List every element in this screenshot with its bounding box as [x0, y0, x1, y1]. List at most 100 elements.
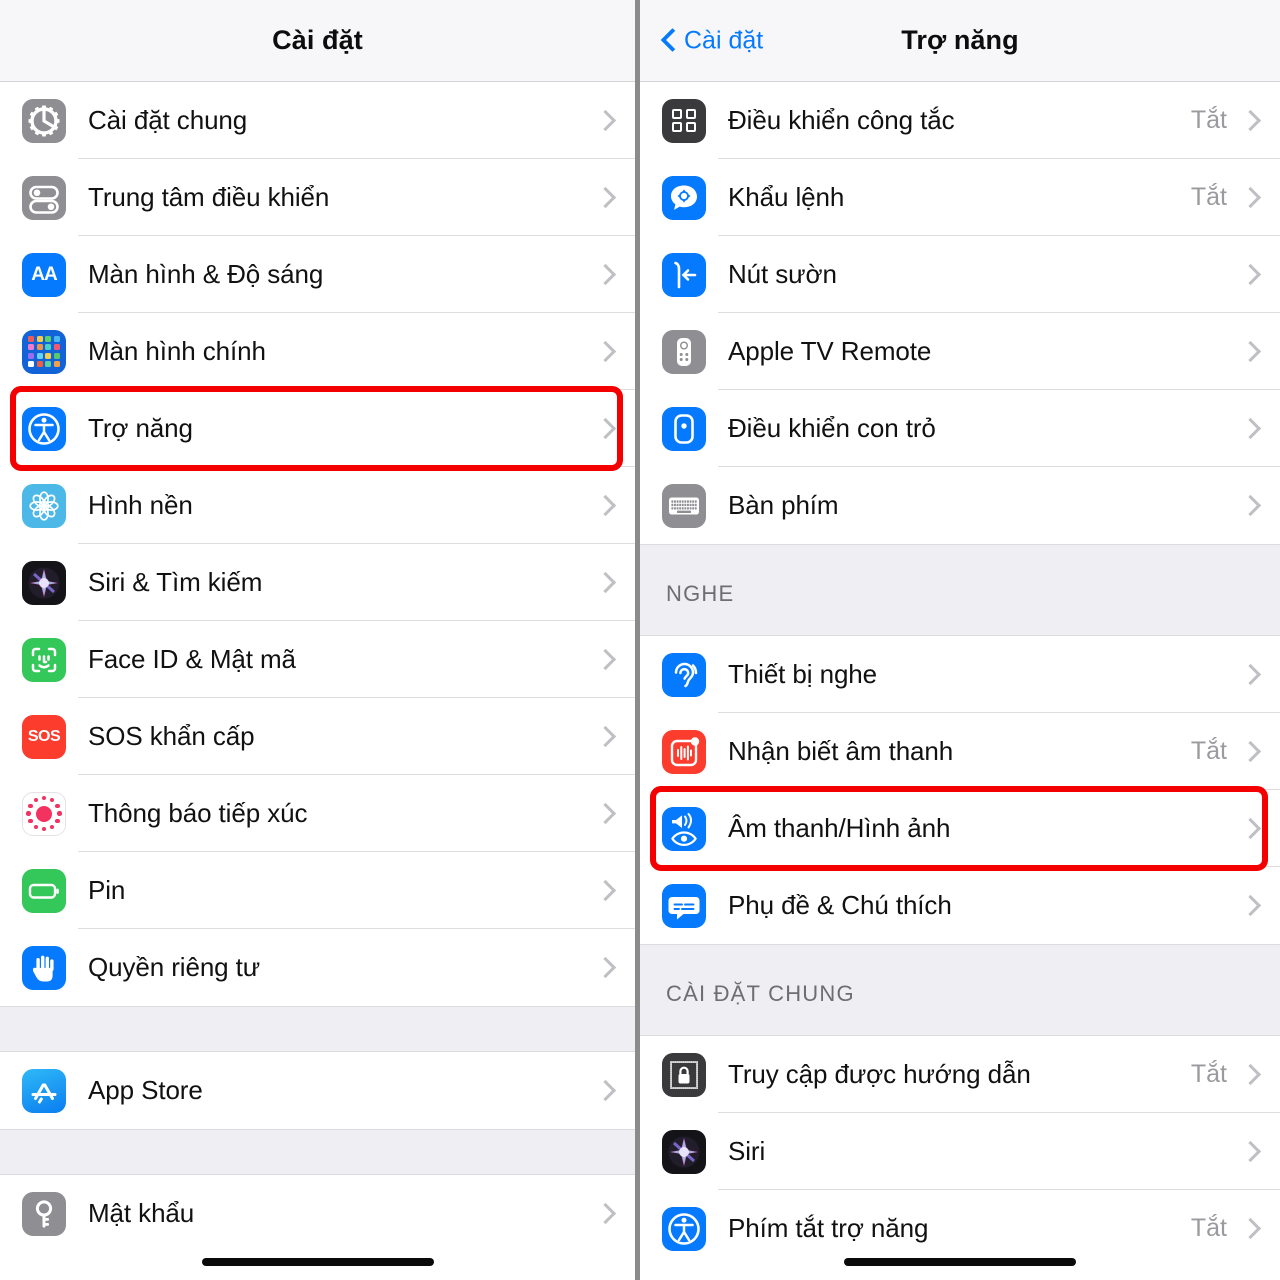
- chevron-right-icon: [1243, 1141, 1256, 1163]
- chevron-right-icon: [598, 110, 611, 132]
- list-item[interactable]: AA Màn hình & Độ sáng: [0, 236, 635, 313]
- list-item-label: Thiết bị nghe: [728, 659, 878, 689]
- sos-icon: SOS: [22, 714, 66, 759]
- accessibility-list: Điều khiển công tắc Tắt Khẩu lệnh Tắt Nút sư…: [640, 82, 1280, 1267]
- chevron-right-icon: [598, 418, 611, 440]
- wallpaper-icon: [22, 483, 66, 528]
- list-item[interactable]: Quyền riêng tư: [0, 929, 635, 1006]
- side-button-icon: [662, 252, 706, 297]
- siri-icon: [662, 1129, 706, 1174]
- list-item-label: Nút sườn: [728, 259, 837, 289]
- accessibility-icon: [22, 406, 66, 451]
- list-item[interactable]: Siri & Tìm kiếm: [0, 544, 635, 621]
- privacy-hand-icon: [22, 945, 66, 990]
- hearing-devices-icon: [662, 652, 706, 697]
- list-item-label: Trung tâm điều khiển: [88, 182, 330, 212]
- list-item[interactable]: Trung tâm điều khiển: [0, 159, 635, 236]
- chevron-right-icon: [1243, 341, 1256, 363]
- back-button-label: Cài đặt: [684, 26, 764, 54]
- subtitles-icon: [662, 883, 706, 928]
- list-item[interactable]: Cài đặt chung: [0, 82, 635, 159]
- list-item[interactable]: Nhận biết âm thanh Tắt: [640, 713, 1280, 790]
- group-gap: [0, 1006, 635, 1052]
- chevron-right-icon: [598, 495, 611, 517]
- gear-icon: [22, 98, 66, 143]
- chevron-right-icon: [598, 572, 611, 594]
- list-item-label: App Store: [88, 1075, 203, 1105]
- list-item-label: Apple TV Remote: [728, 336, 932, 366]
- list-item[interactable]: App Store: [0, 1052, 635, 1129]
- chevron-right-icon: [598, 957, 611, 979]
- apple-tv-remote-icon: [662, 329, 706, 374]
- list-item[interactable]: Màn hình chính: [0, 313, 635, 390]
- chevron-right-icon: [1243, 110, 1256, 132]
- list-item-value: Tắt: [1190, 183, 1227, 211]
- list-item-label: Màn hình & Độ sáng: [88, 259, 324, 289]
- list-item[interactable]: Phụ đề & Chú thích: [640, 867, 1280, 944]
- chevron-right-icon: [1243, 818, 1256, 840]
- list-item[interactable]: Thiết bị nghe: [640, 636, 1280, 713]
- pointer-control-icon: [662, 406, 706, 451]
- list-item-label: Điều khiển con trỏ: [728, 413, 936, 443]
- chevron-right-icon: [598, 187, 611, 209]
- chevron-right-icon: [1243, 187, 1256, 209]
- list-item-label: Hình nền: [88, 490, 193, 520]
- list-item-value: Tắt: [1190, 106, 1227, 134]
- home-indicator: [844, 1258, 1076, 1266]
- list-item-value: Tắt: [1190, 1214, 1227, 1242]
- list-item-label: SOS khẩn cấp: [88, 721, 255, 751]
- section-header: NGHE: [640, 544, 1280, 636]
- list-item-label: Mật khẩu: [88, 1198, 195, 1228]
- list-item-label: Pin: [88, 875, 126, 905]
- list-item-label: Phụ đề & Chú thích: [728, 890, 952, 920]
- list-item-label: Trợ năng: [88, 413, 193, 443]
- list-item[interactable]: Phím tắt trợ năng Tắt: [640, 1190, 1280, 1267]
- chevron-right-icon: [1243, 495, 1256, 517]
- switch-control-icon: [662, 98, 706, 143]
- chevron-right-icon: [598, 649, 611, 671]
- battery-icon: [22, 868, 66, 913]
- chevron-right-icon: [598, 264, 611, 286]
- list-item-label: Face ID & Mật mã: [88, 644, 296, 674]
- list-item[interactable]: Apple TV Remote: [640, 313, 1280, 390]
- display-brightness-icon: AA: [22, 252, 66, 297]
- list-item[interactable]: Âm thanh/Hình ảnh: [640, 790, 1280, 867]
- section-header: CÀI ĐẶT CHUNG: [640, 944, 1280, 1036]
- list-item[interactable]: SOS SOS khẩn cấp: [0, 698, 635, 775]
- chevron-right-icon: [598, 341, 611, 363]
- list-item[interactable]: Face ID & Mật mã: [0, 621, 635, 698]
- sound-recognition-icon: [662, 729, 706, 774]
- list-item[interactable]: Nút sườn: [640, 236, 1280, 313]
- right-navbar: Cài đặt Trợ năng: [640, 0, 1280, 82]
- list-item[interactable]: Truy cập được hướng dẫn Tắt: [640, 1036, 1280, 1113]
- page-title: Cài đặt: [272, 25, 363, 55]
- chevron-right-icon: [598, 1203, 611, 1225]
- back-button[interactable]: Cài đặt: [662, 26, 763, 55]
- list-item-label: Bàn phím: [728, 490, 839, 520]
- aa-glyph: AA: [31, 263, 57, 285]
- settings-screen-left: Cài đặt Cài đặt chung Trung tâm điều khiể…: [0, 0, 640, 1280]
- chevron-right-icon: [1243, 1218, 1256, 1240]
- list-item[interactable]: Mật khẩu: [0, 1175, 635, 1252]
- list-item-label: Phím tắt trợ năng: [728, 1213, 929, 1243]
- accessibility-icon: [662, 1206, 706, 1251]
- group-gap: [0, 1129, 635, 1175]
- list-item-label: Cài đặt chung: [88, 105, 248, 135]
- list-item[interactable]: Bàn phím: [640, 467, 1280, 544]
- list-item-label: Âm thanh/Hình ảnh: [728, 813, 951, 843]
- list-item[interactable]: Trợ năng: [0, 390, 635, 467]
- list-item[interactable]: Điều khiển con trỏ: [640, 390, 1280, 467]
- list-item[interactable]: Hình nền: [0, 467, 635, 544]
- list-item[interactable]: Pin: [0, 852, 635, 929]
- chevron-right-icon: [1243, 264, 1256, 286]
- audio-visual-icon: [662, 806, 706, 851]
- chevron-right-icon: [598, 880, 611, 902]
- list-item[interactable]: Siri: [640, 1113, 1280, 1190]
- list-item[interactable]: Khẩu lệnh Tắt: [640, 159, 1280, 236]
- list-item[interactable]: Điều khiển công tắc Tắt: [640, 82, 1280, 159]
- siri-icon: [22, 560, 66, 605]
- list-item-label: Thông báo tiếp xúc: [88, 798, 308, 828]
- chevron-right-icon: [598, 726, 611, 748]
- list-item[interactable]: Thông báo tiếp xúc: [0, 775, 635, 852]
- voice-control-icon: [662, 175, 706, 220]
